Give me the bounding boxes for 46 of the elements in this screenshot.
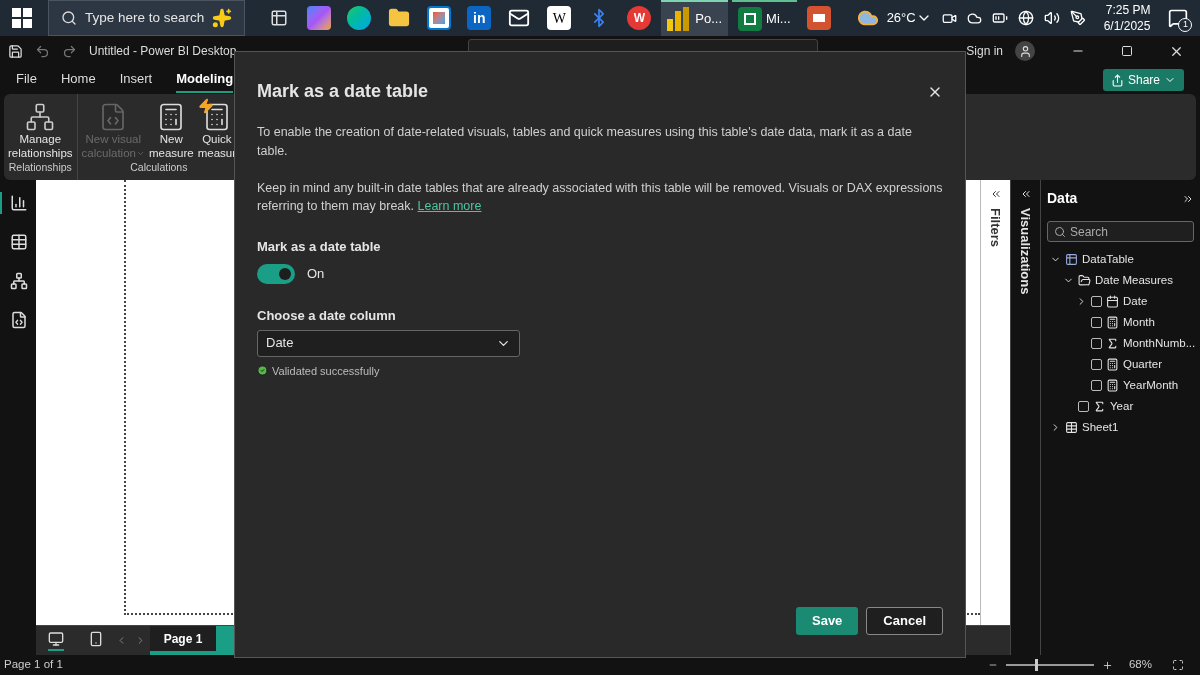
field-label: Choose a date column bbox=[257, 307, 397, 325]
group-label: Calculations bbox=[129, 160, 189, 176]
tree-item[interactable]: Date bbox=[1075, 291, 1194, 312]
tree-item[interactable]: Sheet1 bbox=[1049, 417, 1194, 438]
dropdown[interactable]: Date bbox=[257, 329, 520, 357]
ribbon-button[interactable]: New measure bbox=[148, 94, 194, 161]
pane-title: Data bbox=[1047, 189, 1078, 208]
dialog-title: Mark as a date table bbox=[257, 80, 429, 103]
taskbar-app[interactable]: Mi... bbox=[732, 0, 797, 36]
menu-tab[interactable]: Insert bbox=[119, 67, 153, 93]
tree-item[interactable]: Date Measures bbox=[1062, 270, 1194, 291]
wps-icon[interactable]: W bbox=[627, 6, 652, 30]
clock[interactable]: 7:25 PM 6/1/2025 bbox=[1095, 2, 1159, 34]
toggle-label: Mark as a date table bbox=[257, 237, 382, 256]
description: To enable the creation of date-related visuals, tables and quick measures using this table's date data, mark it as a date table. bbox=[257, 124, 913, 160]
menu-tab[interactable]: Home bbox=[60, 67, 96, 93]
taskbar-app[interactable]: Po... bbox=[661, 0, 729, 36]
search-field[interactable]: Type here to search bbox=[48, 0, 246, 36]
filters-pane: Filters bbox=[980, 180, 1010, 625]
page-tab[interactable]: Page 1 bbox=[150, 626, 216, 655]
group-label: Relationships bbox=[8, 160, 73, 176]
menu-tab[interactable]: File bbox=[16, 67, 37, 93]
notification-count: 1 bbox=[1178, 18, 1193, 32]
toggle-state: On bbox=[307, 265, 325, 284]
ribbon-button[interactable]: Manage relationships bbox=[8, 94, 73, 161]
learn-more-link[interactable]: Learn more bbox=[417, 198, 482, 213]
linkedin-icon[interactable]: in bbox=[467, 6, 492, 30]
cancel-button[interactable]: Cancel bbox=[866, 607, 943, 635]
validation-message: Validated successfully bbox=[272, 363, 380, 379]
search-field[interactable]: Search bbox=[1047, 221, 1194, 242]
tree-item[interactable]: Year bbox=[1062, 396, 1194, 417]
zoom-level: 68% bbox=[1128, 657, 1152, 673]
wiki-icon[interactable]: W bbox=[547, 6, 572, 30]
sign-in-link[interactable]: Sign in bbox=[966, 42, 1003, 60]
tree-item[interactable]: Month bbox=[1075, 312, 1194, 333]
temperature: 26°C bbox=[886, 9, 916, 28]
window-title: Untitled - Power BI Desktop bbox=[89, 43, 237, 60]
share-button[interactable]: Share bbox=[1102, 69, 1184, 91]
tree-item[interactable]: DataTable bbox=[1049, 249, 1194, 270]
tree-item[interactable]: MonthNumb... bbox=[1075, 333, 1194, 354]
tree-item[interactable]: Quarter bbox=[1075, 354, 1194, 375]
tree-item[interactable]: YearMonth bbox=[1075, 375, 1194, 396]
ribbon-button[interactable]: Quick measur bbox=[197, 94, 237, 161]
page-count: Page 1 of 1 bbox=[4, 657, 63, 673]
description: Keep in mind any built-in date tables that are already associated with this table will be removed. Visuals or DAX expressions referring to them may break. Learn more bbox=[257, 179, 943, 215]
save-button[interactable]: Save bbox=[796, 607, 859, 635]
